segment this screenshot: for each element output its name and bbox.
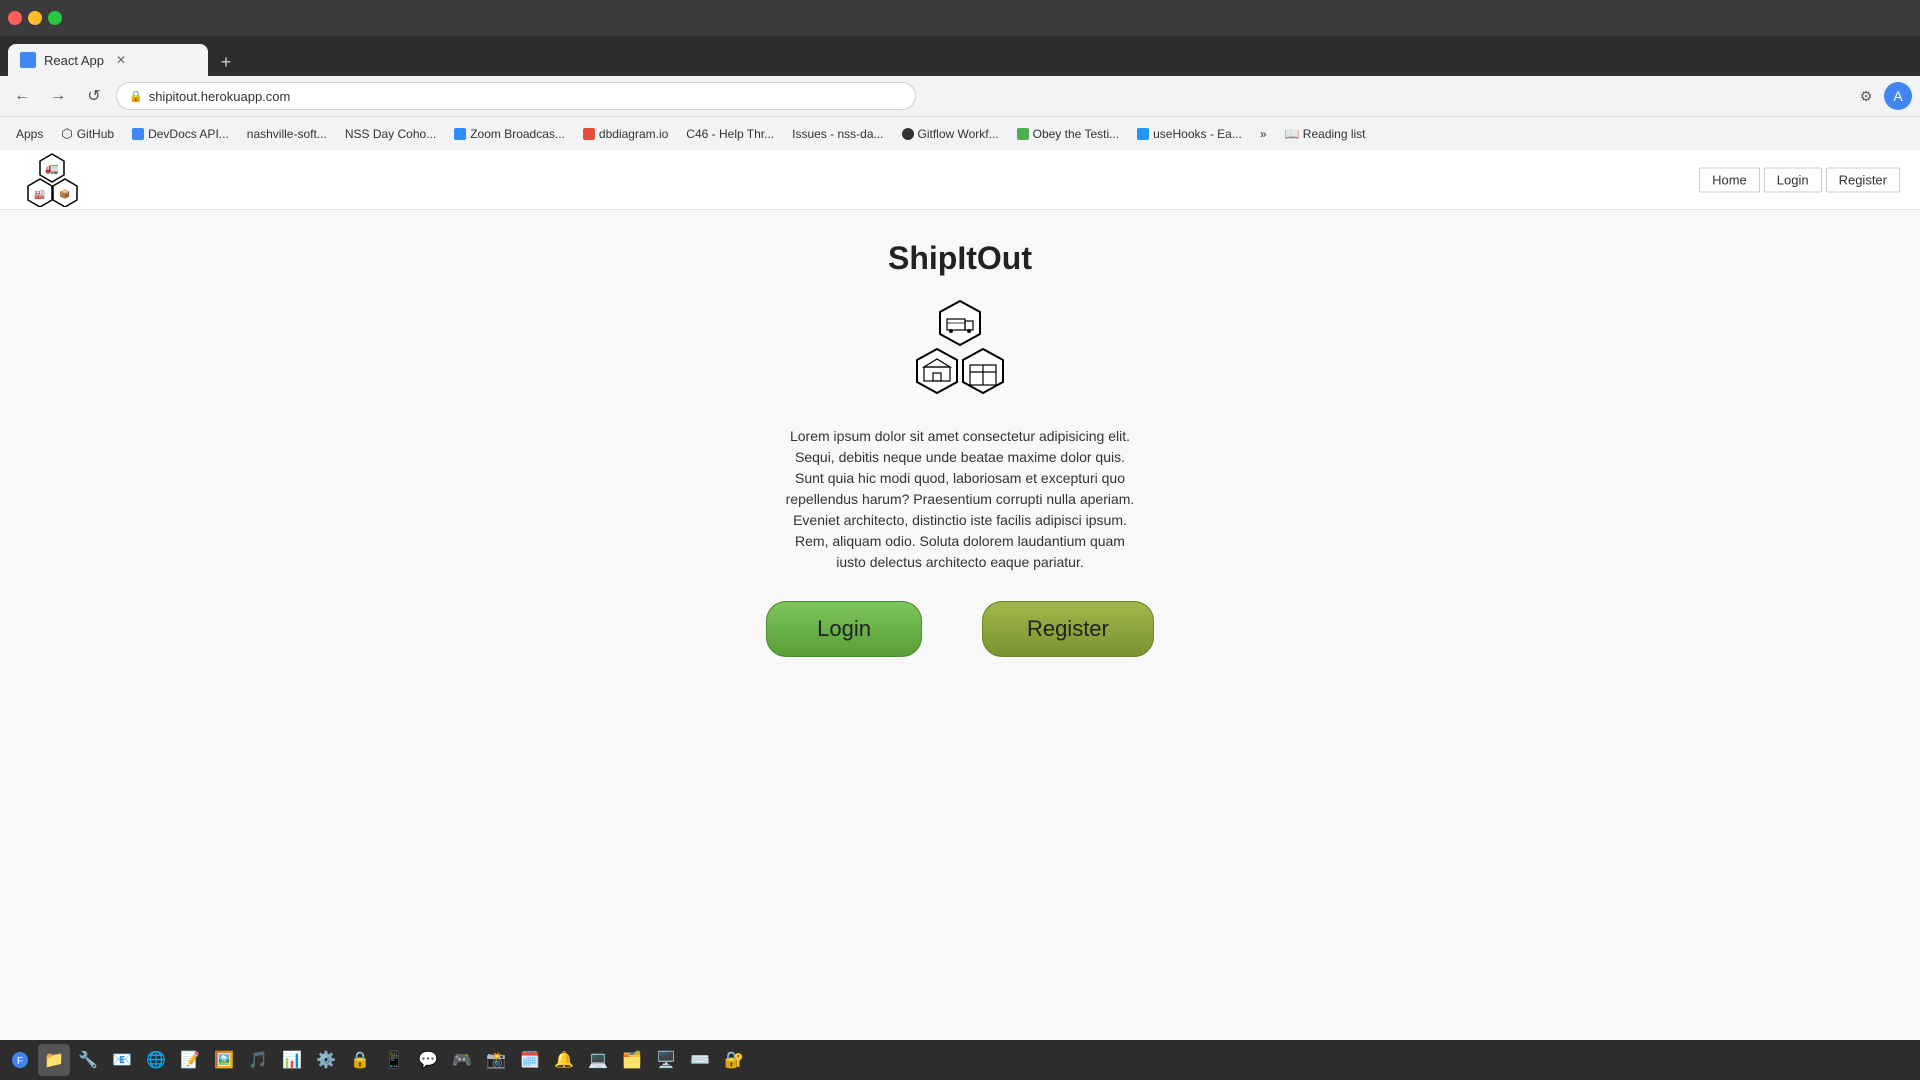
active-tab[interactable]: React App ✕ bbox=[8, 44, 208, 76]
taskbar-item-14[interactable]: 📸 bbox=[480, 1044, 512, 1076]
taskbar-item-2[interactable]: 🔧 bbox=[72, 1044, 104, 1076]
profile-button[interactable]: A bbox=[1884, 82, 1912, 110]
bookmark-dbdiagram[interactable]: dbdiagram.io bbox=[575, 123, 676, 145]
logo-icon: 🚛 🏭 📦 bbox=[20, 152, 85, 207]
home-nav-button[interactable]: Home bbox=[1699, 167, 1760, 192]
taskbar-item-1[interactable]: 📁 bbox=[38, 1044, 70, 1076]
app-title: ShipItOut bbox=[888, 240, 1032, 277]
tab-close-button[interactable]: ✕ bbox=[116, 53, 126, 67]
taskbar: F 📁 🔧 📧 🌐 📝 🖼️ 🎵 📊 ⚙️ 🔒 📱 💬 🎮 📸 🗓️ 🔔 💻 🗂… bbox=[0, 1040, 1920, 1080]
register-button[interactable]: Register bbox=[982, 601, 1154, 657]
lock-icon: 🔒 bbox=[129, 90, 143, 103]
bookmark-apps-label: Apps bbox=[16, 127, 43, 141]
bookmark-dbdiagram-label: dbdiagram.io bbox=[599, 127, 668, 141]
taskbar-item-5[interactable]: 📝 bbox=[174, 1044, 206, 1076]
close-button[interactable] bbox=[8, 11, 22, 25]
taskbar-item-6[interactable]: 🖼️ bbox=[208, 1044, 240, 1076]
bookmarks-bar: Apps ⬡ GitHub DevDocs API... nashville-s… bbox=[0, 116, 1920, 150]
taskbar-item-19[interactable]: 🖥️ bbox=[650, 1044, 682, 1076]
forward-button[interactable]: → bbox=[44, 82, 72, 110]
taskbar-item-3[interactable]: 📧 bbox=[106, 1044, 138, 1076]
bookmark-zoom[interactable]: Zoom Broadcas... bbox=[446, 123, 573, 145]
description-text: Lorem ipsum dolor sit amet consectetur a… bbox=[780, 426, 1140, 573]
taskbar-item-21[interactable]: 🔐 bbox=[718, 1044, 750, 1076]
button-row: Login Register bbox=[766, 601, 1154, 657]
logo-container bbox=[900, 297, 1020, 402]
bookmark-obey[interactable]: Obey the Testi... bbox=[1009, 123, 1128, 145]
taskbar-item-10[interactable]: 🔒 bbox=[344, 1044, 376, 1076]
main-logo-icon bbox=[900, 297, 1020, 397]
bookmark-nashville-label: nashville-soft... bbox=[247, 127, 327, 141]
tab-bar: React App ✕ + bbox=[0, 36, 1920, 76]
bookmark-nss[interactable]: NSS Day Coho... bbox=[337, 123, 444, 145]
bookmark-c46-label: C46 - Help Thr... bbox=[686, 127, 774, 141]
refresh-button[interactable]: ↺ bbox=[80, 82, 108, 110]
taskbar-item-11[interactable]: 📱 bbox=[378, 1044, 410, 1076]
nav-bar: ← → ↺ 🔒 shipitout.herokuapp.com ⚙ A bbox=[0, 76, 1920, 116]
taskbar-finder[interactable]: F bbox=[4, 1044, 36, 1076]
bookmark-issues[interactable]: Issues - nss-da... bbox=[784, 123, 891, 145]
taskbar-item-15[interactable]: 🗓️ bbox=[514, 1044, 546, 1076]
taskbar-item-17[interactable]: 💻 bbox=[582, 1044, 614, 1076]
maximize-button[interactable] bbox=[48, 11, 62, 25]
taskbar-item-13[interactable]: 🎮 bbox=[446, 1044, 478, 1076]
bookmark-usehooks[interactable]: useHooks - Ea... bbox=[1129, 123, 1250, 145]
bookmark-zoom-label: Zoom Broadcas... bbox=[470, 127, 565, 141]
bookmark-issues-label: Issues - nss-da... bbox=[792, 127, 883, 141]
login-nav-button[interactable]: Login bbox=[1764, 167, 1822, 192]
bookmark-obey-label: Obey the Testi... bbox=[1033, 127, 1120, 141]
tab-favicon bbox=[20, 52, 36, 68]
bookmark-usehooks-label: useHooks - Ea... bbox=[1153, 127, 1242, 141]
taskbar-item-18[interactable]: 🗂️ bbox=[616, 1044, 648, 1076]
window-controls bbox=[8, 11, 62, 25]
app-navbar: 🚛 🏭 📦 Home Login Register bbox=[0, 150, 1920, 210]
taskbar-item-12[interactable]: 💬 bbox=[412, 1044, 444, 1076]
bookmark-apps[interactable]: Apps bbox=[8, 123, 51, 145]
bookmark-devdocs-label: DevDocs API... bbox=[148, 127, 229, 141]
svg-text:📦: 📦 bbox=[59, 188, 70, 199]
taskbar-item-8[interactable]: 📊 bbox=[276, 1044, 308, 1076]
tab-title: React App bbox=[44, 53, 104, 68]
login-button[interactable]: Login bbox=[766, 601, 922, 657]
taskbar-item-16[interactable]: 🔔 bbox=[548, 1044, 580, 1076]
bookmark-nss-label: NSS Day Coho... bbox=[345, 127, 436, 141]
app-logo: 🚛 🏭 📦 bbox=[20, 152, 85, 207]
app-nav-links: Home Login Register bbox=[1699, 167, 1900, 192]
back-button[interactable]: ← bbox=[8, 82, 36, 110]
bookmark-github-label: GitHub bbox=[77, 127, 114, 141]
svg-text:F: F bbox=[17, 1056, 23, 1067]
bookmark-more[interactable]: » bbox=[1252, 123, 1275, 145]
bookmark-c46[interactable]: C46 - Help Thr... bbox=[678, 123, 782, 145]
taskbar-item-7[interactable]: 🎵 bbox=[242, 1044, 274, 1076]
address-bar[interactable]: 🔒 shipitout.herokuapp.com bbox=[116, 82, 916, 110]
extensions-button[interactable]: ⚙ bbox=[1852, 82, 1880, 110]
svg-text:🚛: 🚛 bbox=[45, 163, 59, 175]
bookmark-devdocs[interactable]: DevDocs API... bbox=[124, 123, 237, 145]
main-content: ShipItOut bbox=[0, 210, 1920, 657]
app-content: 🚛 🏭 📦 Home Login Register ShipItOut bbox=[0, 150, 1920, 1040]
title-bar bbox=[0, 0, 1920, 36]
url-text: shipitout.herokuapp.com bbox=[149, 89, 291, 104]
taskbar-item-9[interactable]: ⚙️ bbox=[310, 1044, 342, 1076]
bookmark-github[interactable]: ⬡ GitHub bbox=[53, 122, 122, 146]
minimize-button[interactable] bbox=[28, 11, 42, 25]
register-nav-button[interactable]: Register bbox=[1826, 167, 1900, 192]
bookmark-gitflow-label: Gitflow Workf... bbox=[918, 127, 999, 141]
new-tab-button[interactable]: + bbox=[212, 48, 240, 76]
taskbar-item-20[interactable]: ⌨️ bbox=[684, 1044, 716, 1076]
bookmark-gitflow[interactable]: Gitflow Workf... bbox=[894, 123, 1007, 145]
bookmark-nashville[interactable]: nashville-soft... bbox=[239, 123, 335, 145]
svg-text:🏭: 🏭 bbox=[34, 189, 45, 199]
reading-list[interactable]: 📖 Reading list bbox=[1277, 123, 1374, 145]
taskbar-item-4[interactable]: 🌐 bbox=[140, 1044, 172, 1076]
